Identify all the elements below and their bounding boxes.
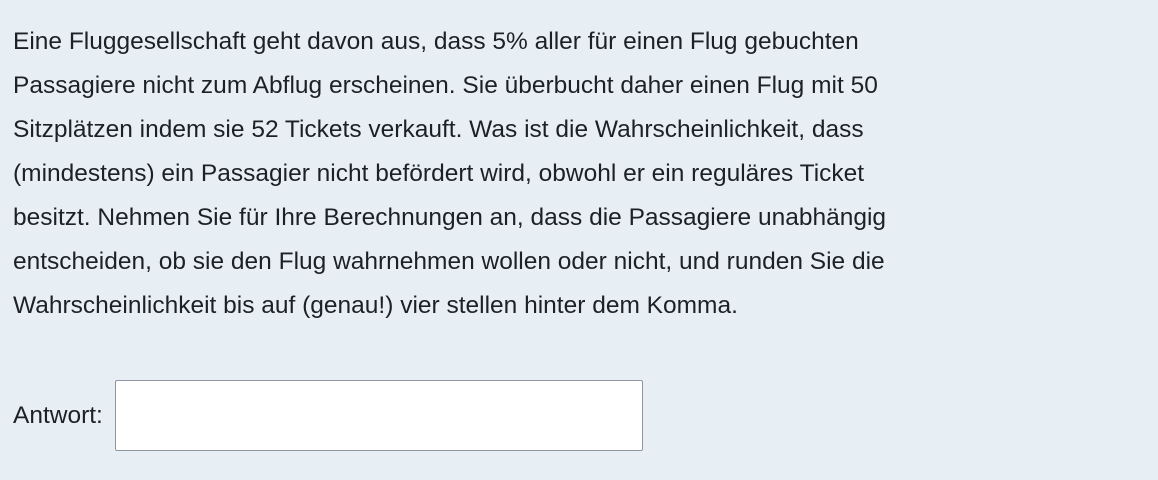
question-line: entscheiden, ob sie den Flug wahrnehmen … — [13, 248, 885, 275]
question-line: besitzt. Nehmen Sie für Ihre Berechnunge… — [13, 204, 887, 231]
question-container: Eine Fluggesellschaft geht davon aus, da… — [0, 0, 1158, 480]
answer-input[interactable] — [114, 380, 643, 451]
question-line: Sitzplätzen indem sie 52 Tickets verkauf… — [13, 116, 864, 143]
answer-row: Antwort: — [13, 380, 643, 451]
question-line: Passagiere nicht zum Abflug erscheinen. … — [13, 72, 878, 99]
question-line: (mindestens) ein Passagier nicht beförde… — [13, 160, 865, 187]
answer-label: Antwort: — [13, 401, 103, 429]
question-line: Wahrscheinlichkeit bis auf (genau!) vier… — [13, 292, 738, 319]
question-line: Eine Fluggesellschaft geht davon aus, da… — [13, 28, 859, 55]
question-text: Eine Fluggesellschaft geht davon aus, da… — [13, 20, 886, 328]
